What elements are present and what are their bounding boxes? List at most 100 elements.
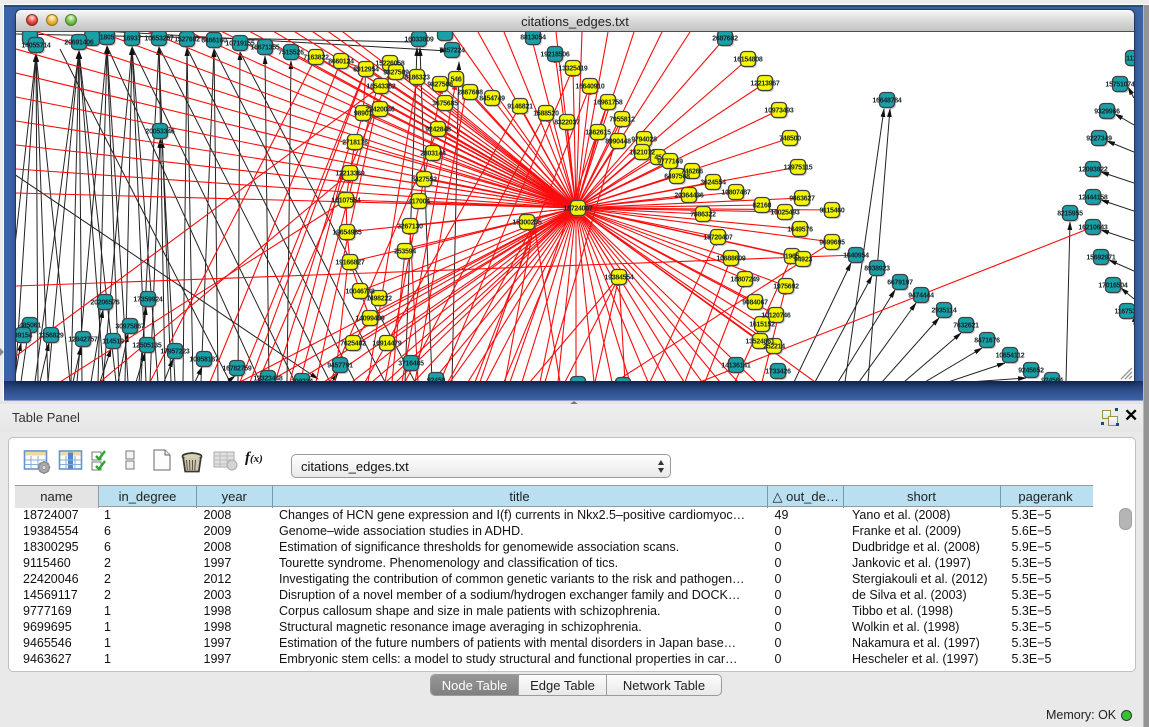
svg-text:16033809: 16033809: [404, 37, 434, 44]
svg-text:16671355: 16671355: [250, 45, 280, 52]
svg-text:12444158: 12444158: [1078, 195, 1108, 202]
svg-text:20206576: 20206576: [90, 300, 120, 307]
svg-text:2935114: 2935114: [931, 308, 956, 315]
svg-text:9457791: 9457791: [327, 363, 353, 370]
svg-text:9474444: 9474444: [908, 293, 934, 300]
svg-text:10807487: 10807487: [721, 190, 751, 197]
svg-text:12213369: 12213369: [335, 171, 365, 178]
svg-text:8215955: 8215955: [1057, 211, 1083, 218]
svg-text:15692971: 15692971: [1086, 255, 1116, 262]
svg-text:3267130: 3267130: [397, 224, 423, 231]
svg-text:9084067: 9084067: [742, 300, 768, 307]
svg-text:13325419: 13325419: [558, 66, 588, 73]
svg-text:8912954: 8912954: [353, 67, 379, 74]
svg-text:9245652: 9245652: [1018, 368, 1044, 375]
svg-text:19384554: 19384554: [604, 275, 634, 282]
svg-text:9699695: 9699695: [819, 240, 845, 247]
svg-text:7163822: 7163822: [303, 55, 329, 62]
svg-text:10120746: 10120746: [761, 313, 791, 320]
svg-text:1167533: 1167533: [1114, 309, 1134, 316]
svg-text:16210643: 16210643: [1078, 225, 1108, 232]
svg-text:16640910: 16640910: [575, 84, 605, 91]
svg-text:10653267: 10653267: [144, 36, 174, 43]
svg-text:1975692: 1975692: [773, 284, 799, 291]
svg-text:14136141: 14136141: [721, 363, 751, 370]
svg-text:12975115: 12975115: [784, 165, 813, 172]
svg-text:10654112: 10654112: [996, 353, 1025, 360]
svg-text:1615152: 1615152: [749, 322, 775, 329]
svg-text:10046738: 10046738: [345, 289, 375, 296]
svg-text:17359924: 17359924: [133, 297, 163, 304]
svg-text:9146821: 9146821: [507, 104, 533, 111]
svg-text:18807249: 18807249: [730, 277, 760, 284]
svg-text:8660124: 8660124: [328, 59, 354, 66]
svg-text:12323448: 12323448: [253, 376, 283, 382]
svg-text:253594: 253594: [394, 249, 416, 256]
svg-text:109234: 109234: [291, 379, 313, 382]
svg-text:10973493: 10973493: [764, 108, 794, 115]
svg-text:417004: 417004: [408, 199, 430, 206]
svg-text:10688609: 10688609: [716, 256, 746, 263]
svg-text:2687682: 2687682: [712, 36, 738, 43]
svg-text:17957223: 17957223: [160, 349, 190, 356]
svg-text:485061: 485061: [19, 323, 41, 330]
svg-text:92450: 92450: [427, 378, 446, 382]
svg-text:9794028: 9794028: [631, 137, 657, 144]
svg-text:2803144: 2803144: [420, 151, 446, 158]
svg-text:7955812: 7955812: [609, 117, 635, 124]
svg-text:30975867: 30975867: [115, 324, 145, 331]
svg-text:15226058: 15226058: [375, 61, 405, 68]
svg-text:3716485: 3716485: [398, 361, 424, 368]
svg-text:1498222: 1498222: [366, 296, 392, 303]
svg-text:546: 546: [451, 77, 462, 84]
svg-text:1527602: 1527602: [174, 37, 200, 44]
svg-text:16543362: 16543362: [366, 84, 396, 91]
svg-text:39154: 39154: [16, 333, 32, 340]
svg-text:12093822: 12093822: [1078, 167, 1108, 174]
svg-text:16937: 16937: [123, 36, 142, 43]
svg-text:1112: 1112: [1126, 56, 1134, 63]
svg-text:20053346: 20053346: [145, 129, 175, 136]
svg-text:16961758: 16961758: [593, 100, 623, 107]
svg-text:12213967: 12213967: [750, 81, 780, 88]
svg-text:14099489: 14099489: [355, 316, 385, 323]
svg-text:15751074: 15751074: [1105, 82, 1134, 89]
svg-text:1733426: 1733426: [765, 369, 791, 376]
svg-text:9827508: 9827508: [427, 82, 453, 89]
svg-text:14055714: 14055714: [21, 43, 51, 50]
svg-text:98901: 98901: [354, 111, 373, 118]
svg-text:19166827: 19166827: [335, 260, 365, 267]
svg-text:10025493: 10025493: [770, 210, 800, 217]
svg-text:17016504: 17016504: [1098, 283, 1128, 290]
svg-text:924564: 924564: [1041, 378, 1063, 382]
svg-text:12505135: 12505135: [132, 343, 162, 350]
svg-text:9227349: 9227349: [1086, 136, 1112, 143]
svg-text:20364436: 20364436: [674, 193, 704, 200]
svg-text:8186323: 8186323: [404, 75, 430, 82]
svg-text:8471676: 8471676: [974, 338, 1000, 345]
svg-text:1362615: 1362615: [585, 130, 611, 137]
svg-text:3624554: 3624554: [700, 180, 726, 187]
svg-text:1621072: 1621072: [629, 150, 655, 157]
svg-text:6497568: 6497568: [664, 174, 690, 181]
svg-text:12942757: 12942757: [68, 337, 98, 344]
svg-text:6466160: 6466160: [201, 38, 227, 45]
svg-text:1156829: 1156829: [38, 333, 63, 340]
svg-text:19654985: 19654985: [332, 230, 362, 237]
svg-text:7625402: 7625402: [340, 341, 366, 348]
svg-text:9329966: 9329966: [1094, 109, 1120, 116]
svg-text:8454749: 8454749: [479, 96, 505, 103]
svg-text:9242848: 9242848: [425, 127, 451, 134]
svg-text:1588520: 1588520: [533, 111, 559, 118]
svg-text:9463627: 9463627: [789, 196, 815, 203]
svg-text:7986322: 7986322: [690, 212, 716, 219]
svg-text:15720407: 15720407: [703, 235, 733, 242]
svg-text:16782759: 16782759: [222, 366, 252, 373]
svg-text:8990448: 8990448: [605, 139, 631, 146]
svg-text:3675685: 3675685: [432, 101, 458, 108]
svg-text:10958187: 10958187: [189, 357, 219, 364]
svg-text:8813054: 8813054: [520, 35, 546, 42]
svg-text:8322037: 8322037: [554, 120, 580, 127]
svg-text:1649576: 1649576: [787, 227, 813, 234]
svg-text:15300235: 15300235: [512, 220, 542, 227]
